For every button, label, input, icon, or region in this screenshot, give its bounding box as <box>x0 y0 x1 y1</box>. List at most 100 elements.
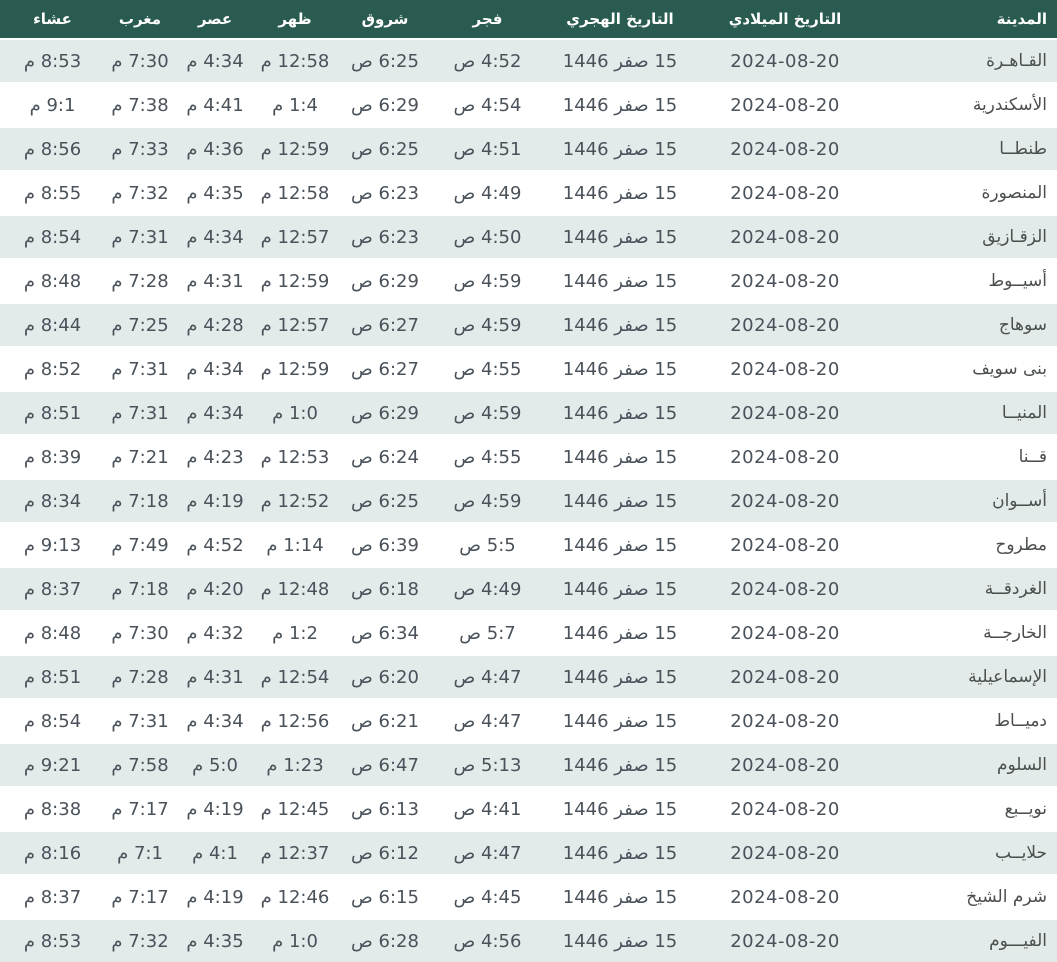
hijri-cell: 15 صفر 1446 <box>540 831 700 876</box>
sunrise-cell: 6:21 ص <box>335 699 435 744</box>
hijri-cell: 15 صفر 1446 <box>540 919 700 962</box>
dhuhr-cell: 12:59 م <box>255 347 335 392</box>
isha-cell: 8:54 م <box>0 699 105 744</box>
maghrib-cell: 7:32 م <box>105 171 175 216</box>
sunrise-cell: 6:29 ص <box>335 83 435 128</box>
gregorian-cell: 2024-08-20 <box>700 303 870 348</box>
asr-cell: 5:0 م <box>175 743 255 788</box>
asr-cell: 4:52 م <box>175 523 255 568</box>
isha-cell: 8:16 م <box>0 831 105 876</box>
hijri-cell: 15 صفر 1446 <box>540 435 700 480</box>
maghrib-cell: 7:30 م <box>105 39 175 84</box>
asr-cell: 4:34 م <box>175 699 255 744</box>
sunrise-cell: 6:15 ص <box>335 875 435 920</box>
maghrib-cell: 7:17 م <box>105 787 175 832</box>
gregorian-cell: 2024-08-20 <box>700 83 870 128</box>
fajr-cell: 4:54 ص <box>435 83 540 128</box>
asr-cell: 4:28 م <box>175 303 255 348</box>
table-row: المنيــا 2024-08-20 15 صفر 1446 4:59 ص 6… <box>0 391 1057 436</box>
asr-cell: 4:35 م <box>175 171 255 216</box>
isha-cell: 8:53 م <box>0 39 105 84</box>
dhuhr-cell: 12:45 م <box>255 787 335 832</box>
sunrise-cell: 6:47 ص <box>335 743 435 788</box>
column-header-isha: عشاء <box>0 0 105 40</box>
prayer-times-page: المدينة التاريخ الميلادي التاريخ الهجري … <box>0 0 1057 962</box>
column-header-hijri-date: التاريخ الهجري <box>540 0 700 40</box>
maghrib-cell: 7:31 م <box>105 699 175 744</box>
table-row: طنطــا 2024-08-20 15 صفر 1446 4:51 ص 6:2… <box>0 127 1057 172</box>
sunrise-cell: 6:20 ص <box>335 655 435 700</box>
asr-cell: 4:35 م <box>175 919 255 962</box>
fajr-cell: 4:55 ص <box>435 347 540 392</box>
city-cell: المنصورة <box>870 171 1057 216</box>
fajr-cell: 4:41 ص <box>435 787 540 832</box>
sunrise-cell: 6:13 ص <box>335 787 435 832</box>
column-header-dhuhr: ظهر <box>255 0 335 40</box>
gregorian-cell: 2024-08-20 <box>700 699 870 744</box>
table-row: بنى سويف 2024-08-20 15 صفر 1446 4:55 ص 6… <box>0 347 1057 392</box>
city-cell: الفيـــوم <box>870 919 1057 962</box>
hijri-cell: 15 صفر 1446 <box>540 787 700 832</box>
maghrib-cell: 7:31 م <box>105 215 175 260</box>
fajr-cell: 4:49 ص <box>435 171 540 216</box>
gregorian-cell: 2024-08-20 <box>700 127 870 172</box>
table-row: المنصورة 2024-08-20 15 صفر 1446 4:49 ص 6… <box>0 171 1057 216</box>
asr-cell: 4:34 م <box>175 391 255 436</box>
gregorian-cell: 2024-08-20 <box>700 875 870 920</box>
maghrib-cell: 7:33 م <box>105 127 175 172</box>
isha-cell: 8:37 م <box>0 567 105 612</box>
gregorian-cell: 2024-08-20 <box>700 435 870 480</box>
table-row: القـاهـرة 2024-08-20 15 صفر 1446 4:52 ص … <box>0 39 1057 84</box>
isha-cell: 8:52 م <box>0 347 105 392</box>
hijri-cell: 15 صفر 1446 <box>540 83 700 128</box>
hijri-cell: 15 صفر 1446 <box>540 611 700 656</box>
maghrib-cell: 7:25 م <box>105 303 175 348</box>
asr-cell: 4:32 م <box>175 611 255 656</box>
dhuhr-cell: 1:14 م <box>255 523 335 568</box>
isha-cell: 8:37 م <box>0 875 105 920</box>
city-cell: قــنا <box>870 435 1057 480</box>
table-row: أسيــوط 2024-08-20 15 صفر 1446 4:59 ص 6:… <box>0 259 1057 304</box>
table-row: نويــبع 2024-08-20 15 صفر 1446 4:41 ص 6:… <box>0 787 1057 832</box>
sunrise-cell: 6:25 ص <box>335 479 435 524</box>
isha-cell: 8:39 م <box>0 435 105 480</box>
dhuhr-cell: 1:23 م <box>255 743 335 788</box>
fajr-cell: 4:55 ص <box>435 435 540 480</box>
fajr-cell: 4:50 ص <box>435 215 540 260</box>
isha-cell: 8:53 م <box>0 919 105 962</box>
table-row: قــنا 2024-08-20 15 صفر 1446 4:55 ص 6:24… <box>0 435 1057 480</box>
hijri-cell: 15 صفر 1446 <box>540 127 700 172</box>
column-header-fajr: فجر <box>435 0 540 40</box>
asr-cell: 4:31 م <box>175 655 255 700</box>
table-row: الخارجــة 2024-08-20 15 صفر 1446 5:7 ص 6… <box>0 611 1057 656</box>
table-row: السلوم 2024-08-20 15 صفر 1446 5:13 ص 6:4… <box>0 743 1057 788</box>
city-cell: مطروح <box>870 523 1057 568</box>
fajr-cell: 5:13 ص <box>435 743 540 788</box>
gregorian-cell: 2024-08-20 <box>700 39 870 84</box>
city-cell: طنطــا <box>870 127 1057 172</box>
fajr-cell: 4:49 ص <box>435 567 540 612</box>
sunrise-cell: 6:34 ص <box>335 611 435 656</box>
isha-cell: 8:56 م <box>0 127 105 172</box>
dhuhr-cell: 12:56 م <box>255 699 335 744</box>
table-row: الإسماعيلية 2024-08-20 15 صفر 1446 4:47 … <box>0 655 1057 700</box>
hijri-cell: 15 صفر 1446 <box>540 171 700 216</box>
maghrib-cell: 7:31 م <box>105 347 175 392</box>
maghrib-cell: 7:32 م <box>105 919 175 962</box>
gregorian-cell: 2024-08-20 <box>700 743 870 788</box>
header-row: المدينة التاريخ الميلادي التاريخ الهجري … <box>0 0 1057 40</box>
dhuhr-cell: 12:52 م <box>255 479 335 524</box>
isha-cell: 9:13 م <box>0 523 105 568</box>
dhuhr-cell: 12:57 م <box>255 303 335 348</box>
dhuhr-cell: 12:59 م <box>255 127 335 172</box>
dhuhr-cell: 12:48 م <box>255 567 335 612</box>
dhuhr-cell: 1:0 م <box>255 391 335 436</box>
isha-cell: 8:51 م <box>0 391 105 436</box>
hijri-cell: 15 صفر 1446 <box>540 479 700 524</box>
maghrib-cell: 7:49 م <box>105 523 175 568</box>
asr-cell: 4:34 م <box>175 215 255 260</box>
isha-cell: 9:1 م <box>0 83 105 128</box>
hijri-cell: 15 صفر 1446 <box>540 303 700 348</box>
column-header-asr: عصر <box>175 0 255 40</box>
table-row: أســوان 2024-08-20 15 صفر 1446 4:59 ص 6:… <box>0 479 1057 524</box>
